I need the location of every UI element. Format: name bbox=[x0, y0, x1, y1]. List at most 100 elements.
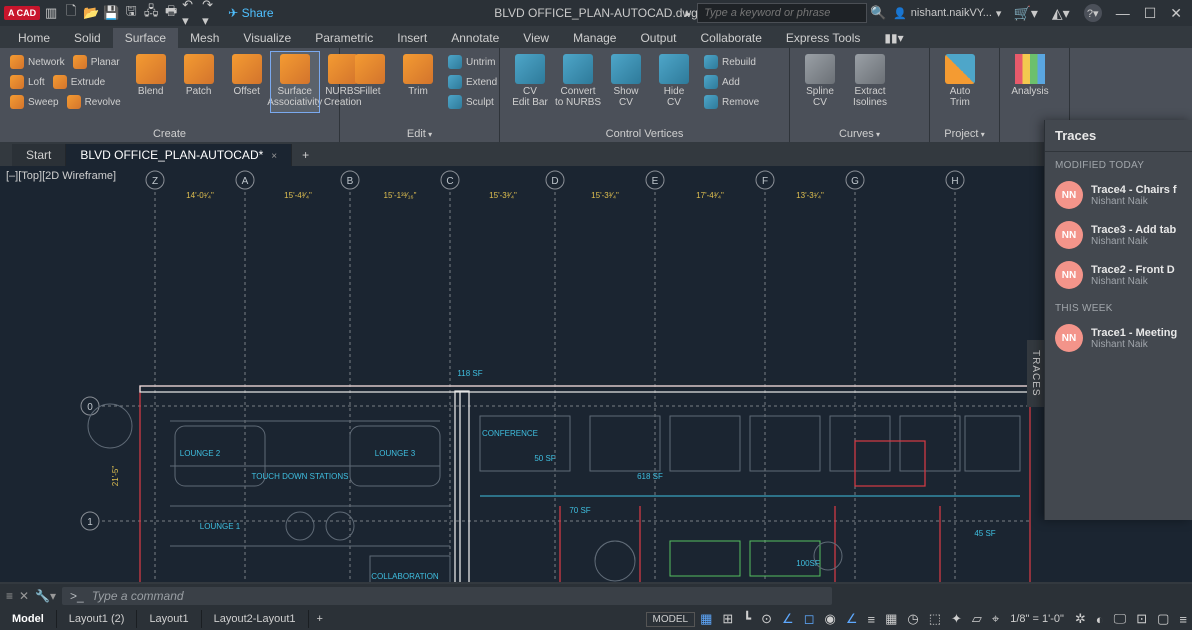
sb-otrack-icon[interactable]: ∠ bbox=[841, 611, 863, 627]
btn-hide-cv[interactable]: HideCV bbox=[650, 52, 698, 112]
ribbon-tab-surface[interactable]: Surface bbox=[113, 28, 178, 48]
sb-3dosnap-icon[interactable]: ◉ bbox=[819, 611, 840, 627]
btn-remove[interactable]: Remove bbox=[700, 92, 763, 112]
btn-offset[interactable]: Offset bbox=[223, 52, 271, 112]
layout-add-icon[interactable]: + bbox=[309, 613, 331, 625]
command-input[interactable]: Type a command bbox=[62, 587, 832, 605]
new-icon[interactable]: 🗋 bbox=[62, 4, 80, 22]
ribbon-tab-output[interactable]: Output bbox=[628, 28, 688, 48]
file-tab[interactable]: BLVD OFFICE_PLAN-AUTOCAD*× bbox=[66, 144, 292, 166]
btn-analysis[interactable]: Analysis bbox=[1006, 52, 1054, 97]
btn-blend[interactable]: Blend bbox=[127, 52, 175, 112]
layout-tab[interactable]: Model bbox=[0, 610, 57, 628]
sb-custom-icon[interactable]: ≡ bbox=[1174, 612, 1192, 627]
btn-fillet[interactable]: Fillet bbox=[346, 52, 394, 112]
sb-polar-icon[interactable]: ⊙ bbox=[756, 611, 777, 627]
sb-cycle-icon[interactable]: ◷ bbox=[902, 611, 923, 627]
layout-tab[interactable]: Layout2-Layout1 bbox=[202, 610, 309, 628]
btn-rebuild[interactable]: Rebuild bbox=[700, 52, 763, 72]
ribbon-tab-insert[interactable]: Insert bbox=[385, 28, 439, 48]
layout-tab[interactable]: Layout1 bbox=[137, 610, 201, 628]
ribbon-tab-expresstools[interactable]: Express Tools bbox=[774, 28, 872, 48]
sb-units-icon[interactable]: ⊡ bbox=[1131, 611, 1152, 627]
menu-grid-icon[interactable]: ▥ bbox=[42, 4, 60, 22]
btn-show-cv[interactable]: ShowCV bbox=[602, 52, 650, 112]
panel-curves-label[interactable]: Curves bbox=[839, 128, 880, 140]
btn-sculpt[interactable]: Sculpt bbox=[444, 92, 501, 112]
btn-cv-edit-bar[interactable]: CVEdit Bar bbox=[506, 52, 554, 112]
plot-icon[interactable]: 🖶 bbox=[162, 4, 180, 22]
cmd-wrench-icon[interactable]: 🔧▾ bbox=[35, 589, 56, 603]
sb-filter-icon[interactable]: ▱ bbox=[967, 611, 987, 627]
btn-convert-to-nurbs[interactable]: Convertto NURBS bbox=[554, 52, 602, 112]
sb-transp-icon[interactable]: ▦ bbox=[880, 611, 902, 627]
panel-edit-label[interactable]: Edit bbox=[407, 128, 432, 140]
btn-sweep[interactable]: Sweep bbox=[6, 92, 63, 112]
sb-ortho-icon[interactable]: ┗ bbox=[738, 611, 756, 627]
sb-osnap-icon[interactable]: ◻ bbox=[799, 611, 820, 627]
open-icon[interactable]: 📂 bbox=[82, 4, 100, 22]
redo-icon[interactable]: ↷ ▾ bbox=[202, 4, 220, 22]
trace-item[interactable]: NNTrace3 - Add tabNishant Naik bbox=[1045, 215, 1192, 255]
sb-scale[interactable]: 1/8" = 1'-0" bbox=[1004, 613, 1070, 625]
search-icon[interactable]: 🔍 bbox=[869, 4, 887, 22]
share-button[interactable]: ✈ Share bbox=[228, 6, 273, 20]
saveas-icon[interactable]: 🖫 bbox=[122, 4, 140, 22]
btn-patch[interactable]: Patch bbox=[175, 52, 223, 112]
save-icon[interactable]: 💾 bbox=[102, 4, 120, 22]
maximize-icon[interactable]: ☐ bbox=[1144, 5, 1157, 22]
autodesk-icon[interactable]: ◭▾ bbox=[1052, 5, 1070, 22]
trace-item[interactable]: NNTrace1 - MeetingNishant Naik bbox=[1045, 318, 1192, 358]
btn-extract-isolines[interactable]: ExtractIsolines bbox=[846, 52, 894, 108]
btn-extrude[interactable]: Extrude bbox=[49, 72, 109, 92]
search-input[interactable] bbox=[697, 3, 867, 23]
ribbon-tab-visualize[interactable]: Visualize bbox=[231, 28, 303, 48]
sb-3d-icon[interactable]: ⬚ bbox=[924, 611, 946, 627]
btn-surface-associativity[interactable]: SurfaceAssociativity bbox=[271, 52, 319, 112]
file-tab[interactable]: Start bbox=[12, 144, 66, 166]
sb-iso-icon[interactable]: ∠ bbox=[777, 611, 799, 627]
btn-auto-trim[interactable]: AutoTrim bbox=[936, 52, 984, 108]
help-icon[interactable]: ?▾ bbox=[1084, 4, 1102, 22]
ribbon-tab-home[interactable]: Home bbox=[6, 28, 62, 48]
undo-icon[interactable]: ↶ ▾ bbox=[182, 4, 200, 22]
traces-tab[interactable]: TRACES bbox=[1027, 340, 1044, 407]
btn-extend[interactable]: Extend bbox=[444, 72, 501, 92]
ribbon-tab-collaborate[interactable]: Collaborate bbox=[689, 28, 774, 48]
sb-ann-icon[interactable]: ⌖ bbox=[987, 611, 1004, 627]
sb-lwt-icon[interactable]: ≡ bbox=[862, 612, 880, 627]
sb-monitor-icon[interactable]: 🖵 bbox=[1109, 611, 1132, 627]
btn-revolve[interactable]: Revolve bbox=[63, 92, 125, 112]
ribbon-tab-view[interactable]: View bbox=[511, 28, 561, 48]
trace-item[interactable]: NNTrace2 - Front DNishant Naik bbox=[1045, 255, 1192, 295]
btn-trim[interactable]: Trim bbox=[394, 52, 442, 112]
sb-ws-icon[interactable]: ◐ bbox=[1091, 612, 1109, 627]
btn-loft[interactable]: Loft bbox=[6, 72, 49, 92]
btn-add[interactable]: Add bbox=[700, 72, 763, 92]
sb-snap-icon[interactable]: ⊞ bbox=[717, 611, 738, 627]
btn-spline-cv[interactable]: SplineCV bbox=[796, 52, 844, 108]
cart-icon[interactable]: 🛒▾ bbox=[1013, 5, 1037, 22]
sb-model[interactable]: MODEL bbox=[646, 612, 696, 627]
ribbon-tab-manage[interactable]: Manage bbox=[561, 28, 628, 48]
btn-planar[interactable]: Planar bbox=[69, 52, 124, 72]
panel-project-label[interactable]: Project bbox=[944, 128, 985, 140]
sb-grid-icon[interactable]: ▦ bbox=[695, 611, 717, 627]
sb-clean-icon[interactable]: ▢ bbox=[1152, 611, 1174, 627]
minimize-icon[interactable]: — bbox=[1116, 5, 1130, 21]
ribbon-tab-featured[interactable]: ▮▮▾ bbox=[872, 28, 915, 48]
close-icon[interactable]: ✕ bbox=[1170, 5, 1182, 22]
btn-untrim[interactable]: Untrim bbox=[444, 52, 501, 72]
layout-tab[interactable]: Layout1 (2) bbox=[57, 610, 138, 628]
cmd-history-icon[interactable]: ≡ bbox=[6, 589, 13, 603]
user-menu[interactable]: 👤nishant.naikVY...▾ bbox=[893, 7, 1001, 20]
sb-gizmo-icon[interactable]: ✦ bbox=[946, 611, 967, 627]
file-tab-add[interactable]: + bbox=[292, 144, 319, 166]
trace-item[interactable]: NNTrace4 - Chairs fNishant Naik bbox=[1045, 175, 1192, 215]
btn-network[interactable]: Network bbox=[6, 52, 69, 72]
sb-gear-icon[interactable]: ✲ bbox=[1070, 611, 1091, 627]
ribbon-tab-solid[interactable]: Solid bbox=[62, 28, 113, 48]
ribbon-tab-mesh[interactable]: Mesh bbox=[178, 28, 231, 48]
drawing-canvas[interactable]: [–][Top][2D Wireframe] ZABCDEFGH012 bbox=[0, 166, 1192, 582]
ribbon-tab-annotate[interactable]: Annotate bbox=[439, 28, 511, 48]
